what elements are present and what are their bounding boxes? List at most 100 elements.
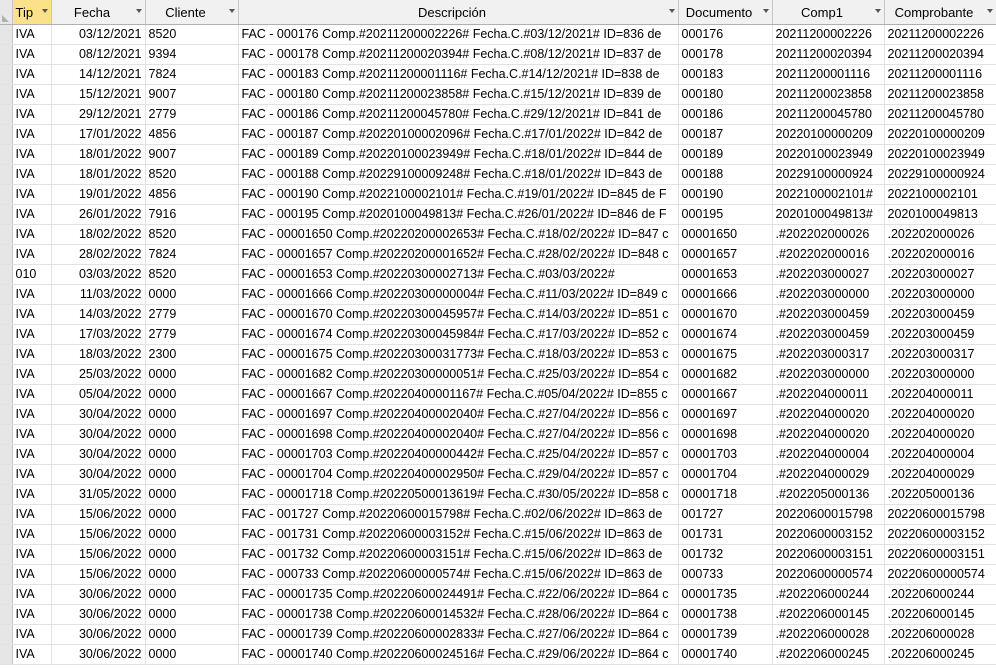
cell-documento[interactable]: 00001740 — [678, 644, 773, 665]
record-selector[interactable] — [0, 624, 13, 645]
cell-cliente[interactable]: 0000 — [145, 504, 239, 525]
cell-fecha[interactable]: 29/12/2021 — [51, 104, 146, 125]
cell-cliente[interactable]: 7824 — [145, 244, 239, 265]
record-selector[interactable] — [0, 84, 13, 105]
cell-tip[interactable]: IVA — [12, 404, 52, 425]
cell-documento[interactable]: 00001667 — [678, 384, 773, 405]
cell-tip[interactable]: IVA — [12, 64, 52, 85]
cell-comprobante[interactable]: .202203000000 — [884, 284, 996, 305]
cell-descripcion[interactable]: FAC - 00001670 Comp.#20220300045957# Fec… — [238, 304, 679, 325]
table-row[interactable]: IVA 14/03/2022 2779 FAC - 00001670 Comp.#20… — [0, 304, 996, 325]
cell-tip[interactable]: IVA — [12, 604, 52, 625]
record-selector[interactable] — [0, 224, 13, 245]
cell-comp1[interactable]: 20211200045780 — [772, 104, 885, 125]
table-row[interactable]: IVA 11/03/2022 0000 FAC - 00001666 Comp.#20… — [0, 284, 996, 305]
cell-cliente[interactable]: 4856 — [145, 124, 239, 145]
cell-fecha[interactable]: 30/06/2022 — [51, 644, 146, 665]
column-header-cliente[interactable]: Cliente — [145, 0, 239, 25]
record-selector[interactable] — [0, 164, 13, 185]
cell-comp1[interactable]: 20220600000574 — [772, 564, 885, 585]
cell-comp1[interactable]: .#202206000145 — [772, 604, 885, 625]
cell-descripcion[interactable]: FAC - 000186 Comp.#20211200045780# Fecha… — [238, 104, 679, 125]
cell-cliente[interactable]: 0000 — [145, 644, 239, 665]
cell-documento[interactable]: 000189 — [678, 144, 773, 165]
cell-comp1[interactable]: .#202202000026 — [772, 224, 885, 245]
cell-fecha[interactable]: 08/12/2021 — [51, 44, 146, 65]
cell-documento[interactable]: 001732 — [678, 544, 773, 565]
cell-cliente[interactable]: 0000 — [145, 544, 239, 565]
cell-fecha[interactable]: 03/03/2022 — [51, 264, 146, 285]
cell-cliente[interactable]: 2779 — [145, 324, 239, 345]
cell-comprobante[interactable]: .202204000020 — [884, 424, 996, 445]
cell-documento[interactable]: 00001703 — [678, 444, 773, 465]
cell-tip[interactable]: 010 — [12, 264, 52, 285]
cell-comp1[interactable]: 20229100000924 — [772, 164, 885, 185]
cell-fecha[interactable]: 15/06/2022 — [51, 504, 146, 525]
cell-descripcion[interactable]: FAC - 00001666 Comp.#20220300000004# Fec… — [238, 284, 679, 305]
cell-cliente[interactable]: 0000 — [145, 384, 239, 405]
column-header-comprobante[interactable]: Comprobante — [884, 0, 996, 25]
chevron-down-icon[interactable] — [41, 9, 48, 13]
column-header-tip[interactable]: Tip — [12, 0, 52, 25]
cell-comprobante[interactable]: .202204000029 — [884, 464, 996, 485]
record-selector[interactable] — [0, 204, 13, 225]
cell-fecha[interactable]: 05/04/2022 — [51, 384, 146, 405]
table-row[interactable]: IVA 19/01/2022 4856 FAC - 000190 Comp.#2022… — [0, 184, 996, 205]
cell-tip[interactable]: IVA — [12, 544, 52, 565]
cell-documento[interactable]: 000187 — [678, 124, 773, 145]
cell-comprobante[interactable]: 20211200002226 — [884, 24, 996, 45]
cell-fecha[interactable]: 15/12/2021 — [51, 84, 146, 105]
cell-descripcion[interactable]: FAC - 001731 Comp.#20220600003152# Fecha… — [238, 524, 679, 545]
table-row[interactable]: IVA 30/04/2022 0000 FAC - 00001697 Comp.#20… — [0, 404, 996, 425]
cell-cliente[interactable]: 0000 — [145, 284, 239, 305]
cell-comp1[interactable]: 20211200002226 — [772, 24, 885, 45]
cell-documento[interactable]: 000186 — [678, 104, 773, 125]
cell-comprobante[interactable]: .202206000244 — [884, 584, 996, 605]
cell-comp1[interactable]: .#202204000004 — [772, 444, 885, 465]
cell-documento[interactable]: 000183 — [678, 64, 773, 85]
cell-cliente[interactable]: 0000 — [145, 484, 239, 505]
cell-cliente[interactable]: 8520 — [145, 224, 239, 245]
cell-fecha[interactable]: 26/01/2022 — [51, 204, 146, 225]
cell-tip[interactable]: IVA — [12, 644, 52, 665]
select-all-corner[interactable] — [0, 0, 13, 25]
cell-cliente[interactable]: 7824 — [145, 64, 239, 85]
cell-documento[interactable]: 00001682 — [678, 364, 773, 385]
cell-descripcion[interactable]: FAC - 00001735 Comp.#20220600024491# Fec… — [238, 584, 679, 605]
cell-fecha[interactable]: 28/02/2022 — [51, 244, 146, 265]
column-header-fecha[interactable]: Fecha — [51, 0, 146, 25]
record-selector[interactable] — [0, 544, 13, 565]
cell-fecha[interactable]: 18/02/2022 — [51, 224, 146, 245]
table-row[interactable]: IVA 08/12/2021 9394 FAC - 000178 Comp.#2021… — [0, 44, 996, 65]
cell-comp1[interactable]: 20220600003152 — [772, 524, 885, 545]
cell-tip[interactable]: IVA — [12, 524, 52, 545]
cell-cliente[interactable]: 0000 — [145, 584, 239, 605]
cell-comprobante[interactable]: .202203000317 — [884, 344, 996, 365]
cell-cliente[interactable]: 9007 — [145, 144, 239, 165]
chevron-down-icon[interactable] — [668, 9, 675, 13]
cell-comprobante[interactable]: .202203000000 — [884, 364, 996, 385]
cell-fecha[interactable]: 17/01/2022 — [51, 124, 146, 145]
cell-documento[interactable]: 00001718 — [678, 484, 773, 505]
cell-fecha[interactable]: 03/12/2021 — [51, 24, 146, 45]
column-header-descripcion[interactable]: Descripción — [238, 0, 679, 25]
cell-tip[interactable]: IVA — [12, 244, 52, 265]
cell-descripcion[interactable]: FAC - 00001739 Comp.#20220600002833# Fec… — [238, 624, 679, 645]
cell-comprobante[interactable]: 20220600015798 — [884, 504, 996, 525]
cell-comp1[interactable]: 20220100000209 — [772, 124, 885, 145]
cell-descripcion[interactable]: FAC - 00001697 Comp.#20220400002040# Fec… — [238, 404, 679, 425]
cell-descripcion[interactable]: FAC - 00001674 Comp.#20220300045984# Fec… — [238, 324, 679, 345]
cell-cliente[interactable]: 7916 — [145, 204, 239, 225]
cell-descripcion[interactable]: FAC - 00001653 Comp.#20220300002713# Fec… — [238, 264, 679, 285]
record-selector[interactable] — [0, 484, 13, 505]
cell-fecha[interactable]: 30/04/2022 — [51, 444, 146, 465]
cell-fecha[interactable]: 15/06/2022 — [51, 524, 146, 545]
cell-documento[interactable]: 00001650 — [678, 224, 773, 245]
cell-comp1[interactable]: 20211200020394 — [772, 44, 885, 65]
cell-fecha[interactable]: 25/03/2022 — [51, 364, 146, 385]
cell-tip[interactable]: IVA — [12, 364, 52, 385]
table-row[interactable]: IVA 29/12/2021 2779 FAC - 000186 Comp.#2021… — [0, 104, 996, 125]
cell-comprobante[interactable]: 20220600003152 — [884, 524, 996, 545]
cell-comp1[interactable]: .#202205000136 — [772, 484, 885, 505]
record-selector[interactable] — [0, 344, 13, 365]
